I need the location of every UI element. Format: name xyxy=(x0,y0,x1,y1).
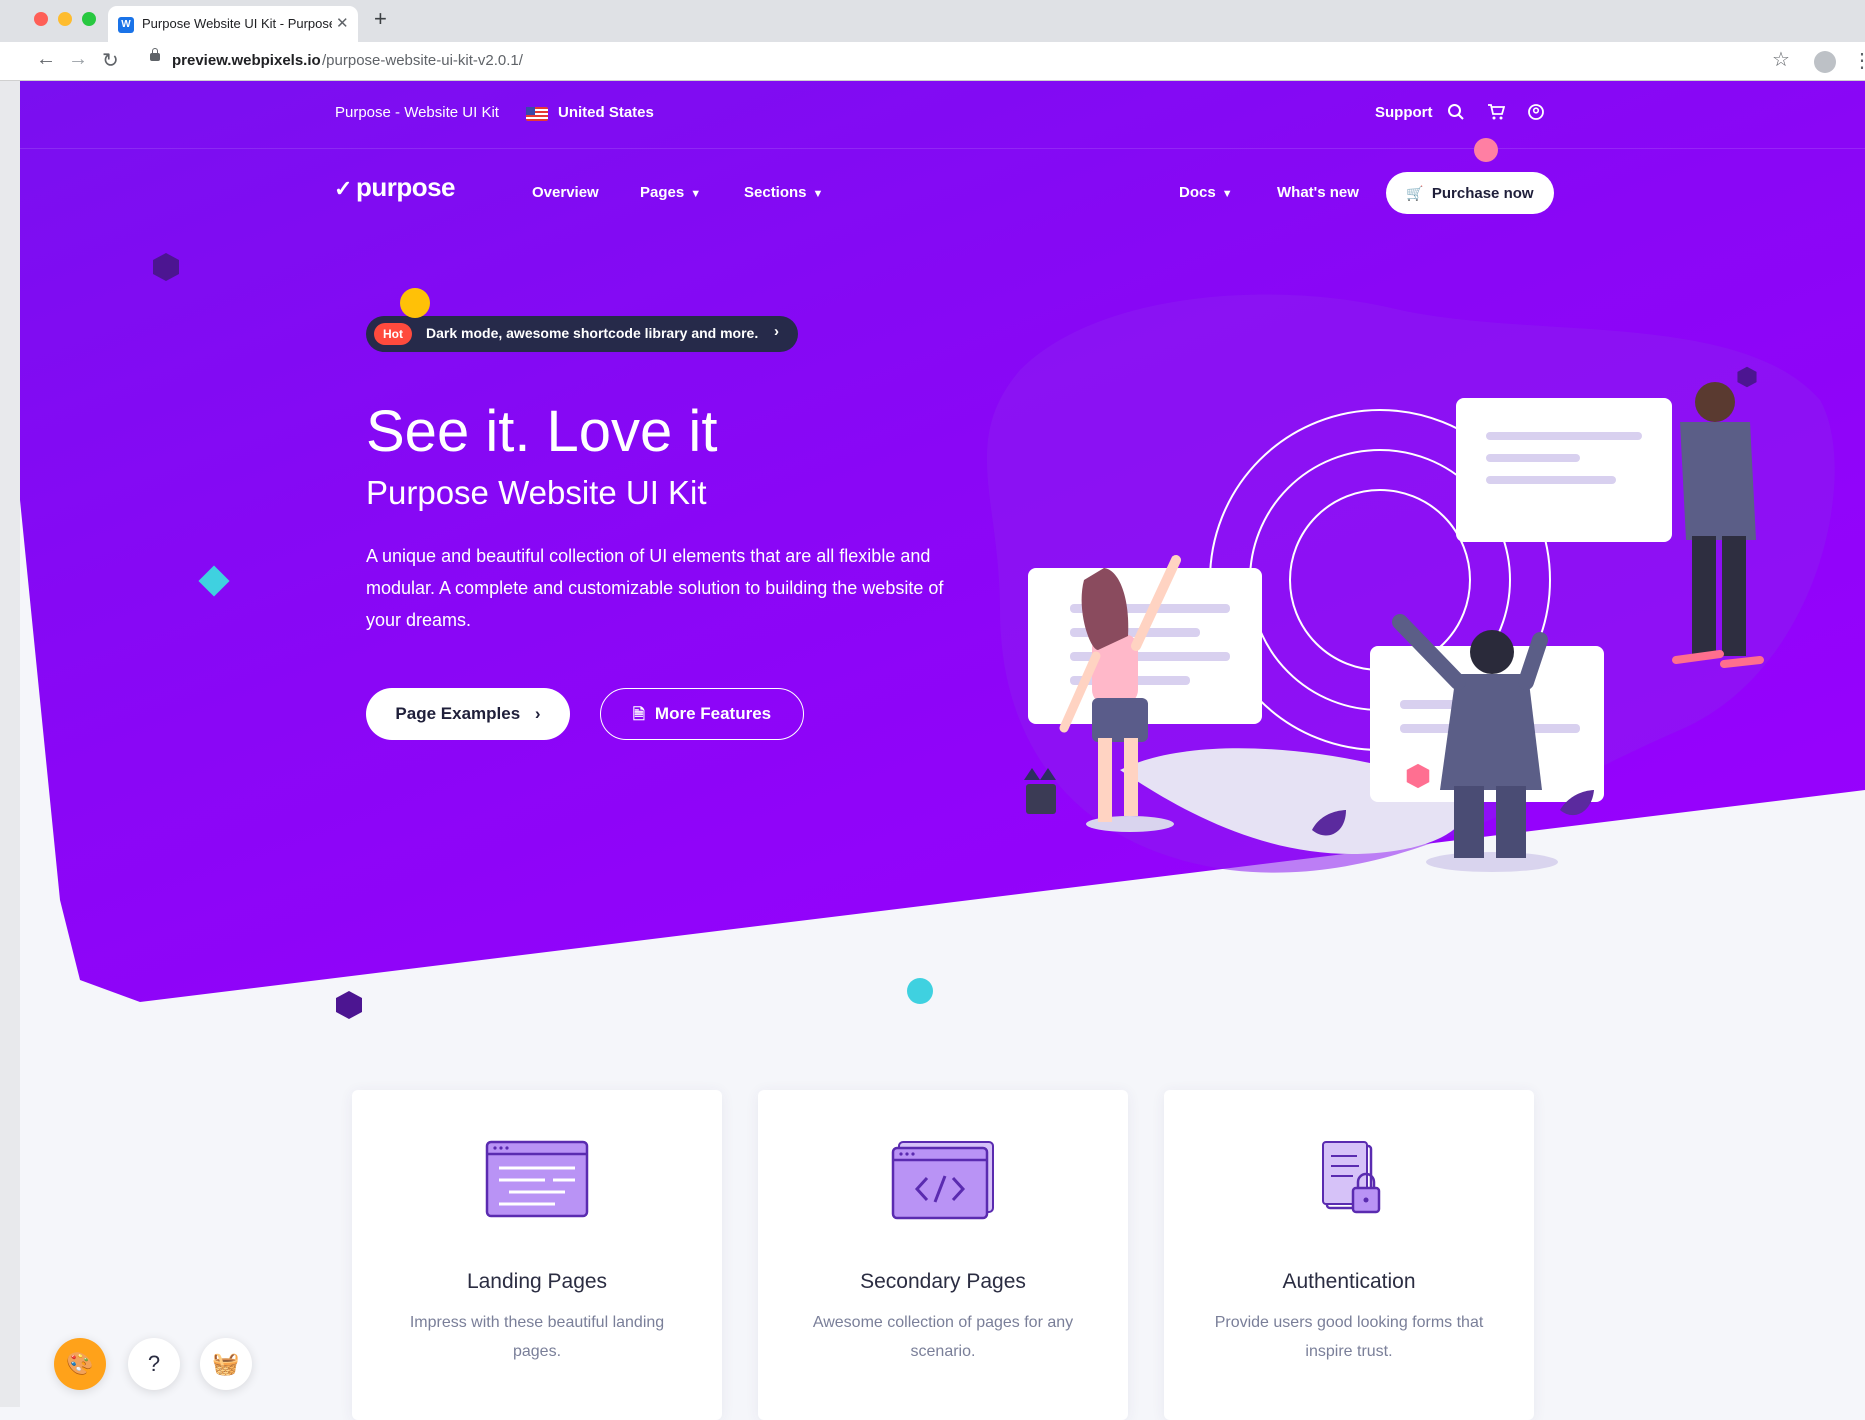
maximize-window-button[interactable] xyxy=(82,12,96,26)
brand-logo[interactable]: ✓ purpose xyxy=(334,172,456,203)
hero-subtitle: Purpose Website UI Kit xyxy=(366,474,707,511)
basket-button[interactable]: 🧺 xyxy=(200,1338,252,1390)
favicon-icon: W xyxy=(118,17,134,33)
theme-palette-button[interactable]: 🎨 xyxy=(54,1338,106,1390)
more-features-button[interactable]: 🗎 More Features xyxy=(600,688,804,740)
secure-document-icon xyxy=(1322,1141,1381,1214)
announcement-text: Dark mode, awesome shortcode library and… xyxy=(426,325,759,341)
minimize-window-button[interactable] xyxy=(58,12,72,26)
browser-tab[interactable]: W Purpose Website UI Kit - Purpose ✕ xyxy=(108,6,358,42)
announcement-pill[interactable]: Hot Dark mode, awesome shortcode library… xyxy=(366,316,798,352)
browser-menu-icon[interactable]: ⋮ xyxy=(1852,48,1865,73)
nav-pages-label: Pages xyxy=(640,184,685,201)
feature-card-secondary[interactable]: Secondary Pages Awesome collection of pa… xyxy=(758,1090,1128,1420)
help-button[interactable]: ? xyxy=(128,1338,180,1390)
logo-text: purpose xyxy=(355,172,456,202)
nav-pages[interactable]: Pages ▼ xyxy=(640,184,701,201)
tab-title: Purpose Website UI Kit - Purpose xyxy=(142,16,332,31)
main-navbar: ✓ purpose Overview Pages ▼ Sections ▼ Docs ▼… xyxy=(20,148,1865,238)
nav-whats-new[interactable]: What's new xyxy=(1277,184,1359,201)
card-title: Authentication xyxy=(1282,1270,1416,1293)
palette-icon: 🎨 xyxy=(66,1351,94,1376)
card-title: Landing Pages xyxy=(466,1270,608,1293)
reload-icon[interactable]: ↻ xyxy=(102,48,119,73)
feature-card-authentication[interactable]: Authentication Provide users good lookin… xyxy=(1164,1090,1534,1420)
code-window-icon xyxy=(891,1141,994,1220)
nav-whats-new-label: What's new xyxy=(1277,184,1359,201)
hero-illustration xyxy=(986,294,1835,873)
nav-overview[interactable]: Overview xyxy=(532,184,599,201)
purchase-now-button[interactable]: 🛒 Purchase now xyxy=(1386,172,1554,214)
cart-icon[interactable] xyxy=(1487,103,1505,121)
hexagon-decor-icon xyxy=(336,991,362,1019)
card-description: Impress with these beautiful landing pag… xyxy=(409,1314,665,1360)
support-link[interactable]: Support xyxy=(1375,104,1433,121)
question-icon: ? xyxy=(147,1351,161,1376)
forward-icon[interactable]: → xyxy=(68,48,88,71)
page-examples-label: Page Examples xyxy=(395,704,521,723)
tab-strip: W Purpose Website UI Kit - Purpose ✕ + xyxy=(0,0,1865,42)
more-features-label: More Features xyxy=(654,704,772,723)
circle-decor-icon xyxy=(907,978,933,1004)
account-icon[interactable] xyxy=(1527,103,1545,121)
us-flag-icon xyxy=(526,107,548,121)
card-description: Provide users good looking forms that in… xyxy=(1214,1314,1484,1360)
document-icon: 🗎 xyxy=(632,706,645,723)
chevron-down-icon: ▼ xyxy=(812,188,824,200)
logo-mark-icon: ✓ xyxy=(334,176,352,201)
chevron-down-icon: ▼ xyxy=(690,188,702,200)
top-utility-bar: Purpose - Website UI Kit United States S… xyxy=(20,80,1865,149)
url-host: preview.webpixels.io xyxy=(172,52,321,69)
hexagon-decor-icon xyxy=(1737,366,1757,388)
back-icon[interactable]: ← xyxy=(36,48,56,71)
cart-icon: 🛒 xyxy=(1406,185,1424,201)
page-examples-button[interactable]: Page Examples › xyxy=(366,688,570,740)
nav-docs-label: Docs xyxy=(1179,184,1216,201)
basket-icon: 🧺 xyxy=(212,1351,240,1376)
nav-overview-label: Overview xyxy=(532,184,599,201)
nav-docs[interactable]: Docs ▼ xyxy=(1179,184,1233,201)
close-window-button[interactable] xyxy=(34,12,48,26)
hexagon-decor-icon xyxy=(153,253,179,281)
close-tab-icon[interactable]: ✕ xyxy=(336,14,349,32)
window-edge xyxy=(0,80,20,1407)
lock-icon xyxy=(150,48,160,61)
bookmark-star-icon[interactable]: ☆ xyxy=(1772,47,1790,72)
circle-decor-icon xyxy=(400,288,430,318)
circle-decor-icon xyxy=(1474,138,1498,162)
purchase-label: Purchase now xyxy=(1431,185,1534,202)
nav-sections-label: Sections xyxy=(744,184,807,201)
hexagon-decor-icon xyxy=(1406,763,1430,789)
landing-page-icon xyxy=(485,1140,589,1218)
search-icon[interactable] xyxy=(1447,103,1465,121)
chevron-right-icon: › xyxy=(774,323,779,340)
card-description: Awesome collection of pages for any scen… xyxy=(812,1314,1074,1360)
chevron-down-icon: ▼ xyxy=(1221,188,1233,200)
country-selector[interactable]: United States xyxy=(558,104,654,121)
feature-card-landing[interactable]: Landing Pages Impress with these beautif… xyxy=(352,1090,722,1420)
browser-chrome: W Purpose Website UI Kit - Purpose ✕ + ←… xyxy=(0,0,1865,81)
card-title: Secondary Pages xyxy=(860,1270,1026,1293)
address-bar[interactable]: preview.webpixels.io /purpose-website-ui… xyxy=(132,46,1752,76)
hero-title: See it. Love it xyxy=(366,399,718,464)
browser-toolbar: ← → ↻ preview.webpixels.io /purpose-webs… xyxy=(0,42,1865,81)
profile-avatar-icon[interactable] xyxy=(1814,51,1836,73)
hero-section: Purpose - Website UI Kit United States S… xyxy=(20,80,1865,1015)
hero-lead: A unique and beautiful collection of UI … xyxy=(366,546,944,630)
topbar-brand-link[interactable]: Purpose - Website UI Kit xyxy=(335,104,499,121)
chevron-right-icon: › xyxy=(534,704,541,723)
hot-badge: Hot xyxy=(374,323,412,345)
new-tab-icon[interactable]: + xyxy=(374,6,387,32)
url-path: /purpose-website-ui-kit-v2.0.1/ xyxy=(322,52,523,69)
nav-sections[interactable]: Sections ▼ xyxy=(744,184,823,201)
